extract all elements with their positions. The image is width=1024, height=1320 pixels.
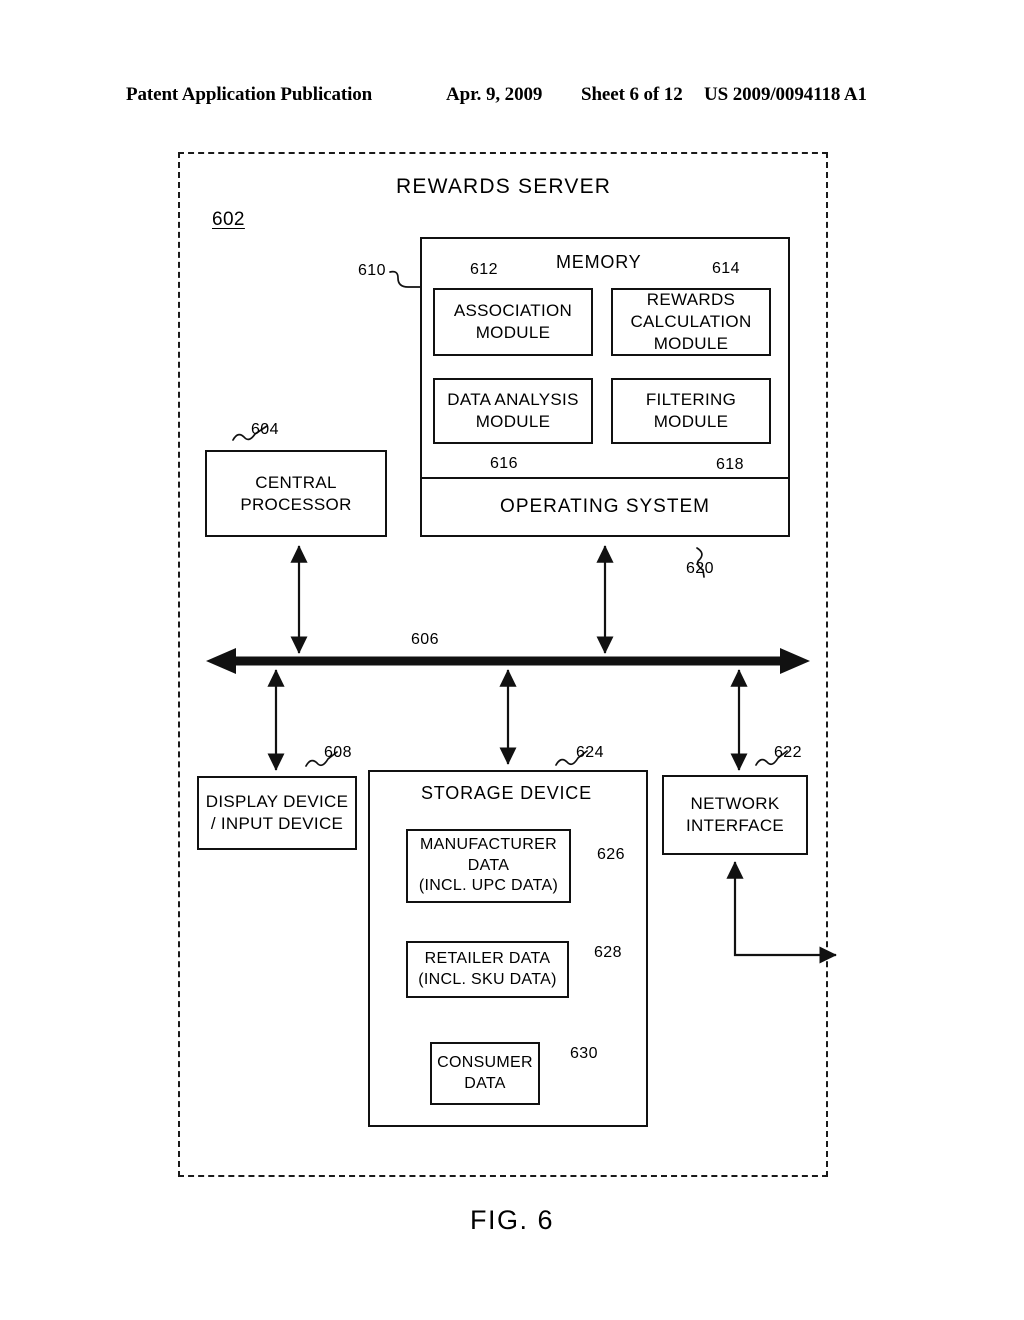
ref-624: 624 [576, 744, 604, 761]
ref-614: 614 [712, 260, 740, 277]
consumer-data-box: CONSUMER DATA [430, 1042, 540, 1105]
filtering-module-label: FILTERING MODULE [645, 390, 737, 431]
ref-622: 622 [774, 744, 802, 761]
patent-number: US 2009/0094118 A1 [704, 84, 867, 105]
memory-title: MEMORY [556, 252, 642, 272]
ref-612: 612 [470, 261, 498, 278]
filtering-module-box: FILTERING MODULE [611, 378, 771, 444]
rewards-calculation-module-label: REWARDS CALCULATION MODULE [630, 290, 752, 353]
network-interface-box: NETWORK INTERFACE [662, 775, 808, 855]
ref-630: 630 [570, 1045, 598, 1062]
operating-system-label: OPERATING SYSTEM [500, 495, 710, 517]
page-header: Patent Application Publication Apr. 9, 2… [126, 84, 898, 110]
ref-608: 608 [324, 744, 352, 761]
operating-system-box: OPERATING SYSTEM [420, 477, 790, 537]
ref-606: 606 [411, 631, 439, 648]
retailer-data-label: RETAILER DATA (INCL. SKU DATA) [418, 950, 557, 988]
central-processor-label: CENTRAL PROCESSOR [240, 472, 352, 514]
rewards-calculation-module-box: REWARDS CALCULATION MODULE [611, 288, 771, 356]
manufacturer-data-label: MANUFACTURER DATA (INCL. UPC DATA) [418, 836, 559, 895]
ref-604: 604 [251, 421, 279, 438]
association-module-label: ASSOCIATION MODULE [453, 301, 573, 342]
data-analysis-module-box: DATA ANALYSIS MODULE [433, 378, 593, 444]
sheet-number: Sheet 6 of 12 [581, 84, 683, 105]
network-interface-label: NETWORK INTERFACE [685, 794, 785, 835]
ref-628: 628 [594, 944, 622, 961]
rewards-server-title: REWARDS SERVER [396, 175, 612, 198]
manufacturer-data-box: MANUFACTURER DATA (INCL. UPC DATA) [406, 829, 571, 903]
display-input-device-box: DISPLAY DEVICE / INPUT DEVICE [197, 776, 357, 850]
publication-label: Patent Application Publication [126, 84, 373, 105]
display-input-device-label: DISPLAY DEVICE / INPUT DEVICE [205, 792, 349, 833]
storage-device-title: STORAGE DEVICE [421, 783, 592, 803]
ref-618: 618 [716, 456, 744, 473]
retailer-data-box: RETAILER DATA (INCL. SKU DATA) [406, 941, 569, 998]
central-processor-box: CENTRAL PROCESSOR [205, 450, 387, 537]
ref-616: 616 [490, 455, 518, 472]
association-module-box: ASSOCIATION MODULE [433, 288, 593, 356]
data-analysis-module-label: DATA ANALYSIS MODULE [447, 390, 579, 431]
consumer-data-label: CONSUMER DATA [437, 1054, 533, 1092]
ref-610: 610 [358, 262, 386, 279]
figure-caption: FIG. 6 [469, 1205, 554, 1235]
ref-620: 620 [686, 560, 714, 577]
ref-626: 626 [597, 846, 625, 863]
publication-date: Apr. 9, 2009 [446, 84, 543, 105]
ref-602: 602 [212, 209, 245, 230]
